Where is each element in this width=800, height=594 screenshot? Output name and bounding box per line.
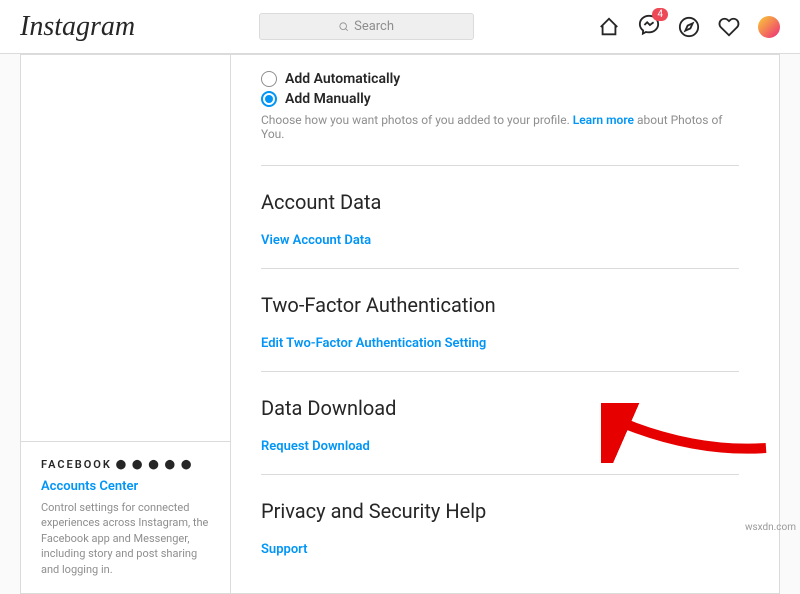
- search-placeholder: Search: [354, 19, 394, 34]
- section-title: Privacy and Security Help: [261, 499, 739, 523]
- help-text-pre: Choose how you want photos of you added …: [261, 113, 573, 127]
- explore-icon[interactable]: [678, 16, 700, 38]
- notification-badge: 4: [652, 8, 668, 21]
- radio-label: Add Automatically: [285, 71, 400, 87]
- search-icon: [339, 22, 349, 32]
- view-account-data-link[interactable]: View Account Data: [261, 233, 371, 248]
- main-content: Add Automatically Add Manually Choose ho…: [231, 55, 779, 593]
- section-privacy-help: Privacy and Security Help Support: [261, 474, 739, 577]
- request-download-link[interactable]: Request Download: [261, 439, 370, 454]
- facebook-apps-icons: ⬤ ⬤ ⬤ ⬤ ⬤: [116, 460, 193, 470]
- section-title: Account Data: [261, 190, 739, 214]
- header: Instagram Search 4: [0, 0, 800, 54]
- sidebar: FACEBOOK ⬤ ⬤ ⬤ ⬤ ⬤ Accounts Center Contr…: [21, 55, 231, 593]
- messenger-icon-wrap[interactable]: 4: [638, 14, 660, 40]
- facebook-title: FACEBOOK ⬤ ⬤ ⬤ ⬤ ⬤: [41, 458, 210, 471]
- photos-radio-group: Add Automatically Add Manually: [261, 71, 739, 107]
- photos-help-text: Choose how you want photos of you added …: [261, 113, 739, 141]
- home-icon[interactable]: [598, 16, 620, 38]
- radio-add-manually[interactable]: Add Manually: [261, 91, 739, 107]
- radio-checked-icon: [261, 91, 277, 107]
- facebook-label: FACEBOOK: [41, 458, 112, 471]
- logo[interactable]: Instagram: [20, 11, 135, 43]
- search-input[interactable]: Search: [259, 13, 474, 40]
- heart-icon[interactable]: [718, 16, 740, 38]
- radio-add-automatically[interactable]: Add Automatically: [261, 71, 739, 87]
- nav-icons: 4: [598, 14, 780, 40]
- section-account-data: Account Data View Account Data: [261, 165, 739, 268]
- edit-two-factor-link[interactable]: Edit Two-Factor Authentication Setting: [261, 336, 486, 351]
- section-title: Data Download: [261, 396, 739, 420]
- support-link[interactable]: Support: [261, 542, 308, 557]
- learn-more-link[interactable]: Learn more: [573, 113, 634, 127]
- radio-unchecked-icon: [261, 71, 277, 87]
- watermark: wsxdn.com: [745, 522, 796, 533]
- facebook-description: Control settings for connected experienc…: [41, 500, 210, 577]
- section-title: Two-Factor Authentication: [261, 293, 739, 317]
- accounts-center-link[interactable]: Accounts Center: [41, 479, 210, 494]
- section-two-factor: Two-Factor Authentication Edit Two-Facto…: [261, 268, 739, 371]
- radio-label: Add Manually: [285, 91, 371, 107]
- section-data-download: Data Download Request Download: [261, 371, 739, 474]
- facebook-box: FACEBOOK ⬤ ⬤ ⬤ ⬤ ⬤ Accounts Center Contr…: [21, 441, 230, 593]
- settings-container: FACEBOOK ⬤ ⬤ ⬤ ⬤ ⬤ Accounts Center Contr…: [20, 54, 780, 594]
- avatar[interactable]: [758, 16, 780, 38]
